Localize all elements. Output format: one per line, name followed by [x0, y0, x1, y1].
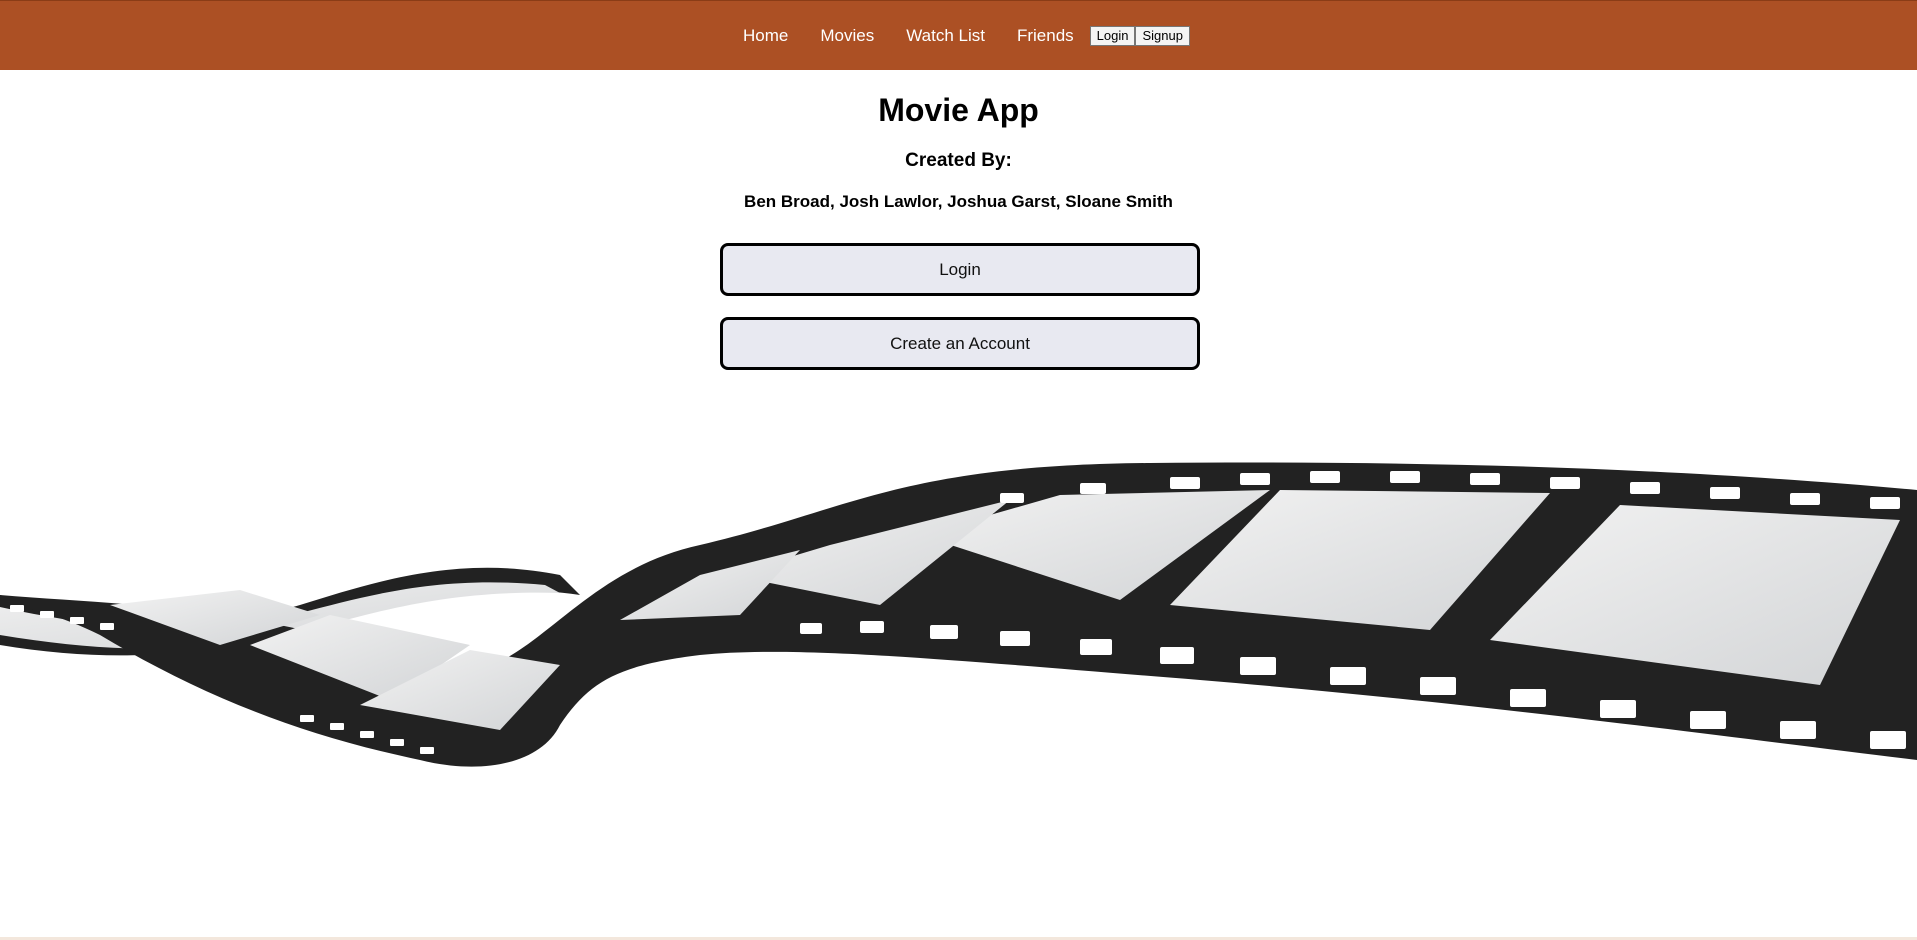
top-navbar: Home Movies Watch List Friends Login Sig… — [0, 0, 1917, 70]
nav-inner: Home Movies Watch List Friends Login Sig… — [0, 1, 1917, 71]
create-account-button[interactable]: Create an Account — [720, 317, 1200, 370]
page-title: Movie App — [878, 92, 1039, 128]
nav-link-watch-list[interactable]: Watch List — [906, 26, 985, 46]
main-content: Movie App Created By: Ben Broad, Josh La… — [0, 70, 1917, 370]
nav-login-button[interactable]: Login — [1089, 26, 1136, 46]
nav-link-home[interactable]: Home — [743, 26, 788, 46]
nav-link-movies[interactable]: Movies — [820, 26, 874, 46]
authors-list: Ben Broad, Josh Lawlor, Joshua Garst, Sl… — [744, 192, 1173, 211]
created-by-heading: Created By: — [905, 150, 1012, 171]
nav-auth-buttons: Login Signup — [1089, 26, 1190, 46]
nav-link-friends[interactable]: Friends — [1017, 26, 1074, 46]
login-button[interactable]: Login — [720, 243, 1200, 296]
nav-signup-button[interactable]: Signup — [1135, 26, 1190, 46]
film-strip-illustration — [0, 462, 1917, 767]
